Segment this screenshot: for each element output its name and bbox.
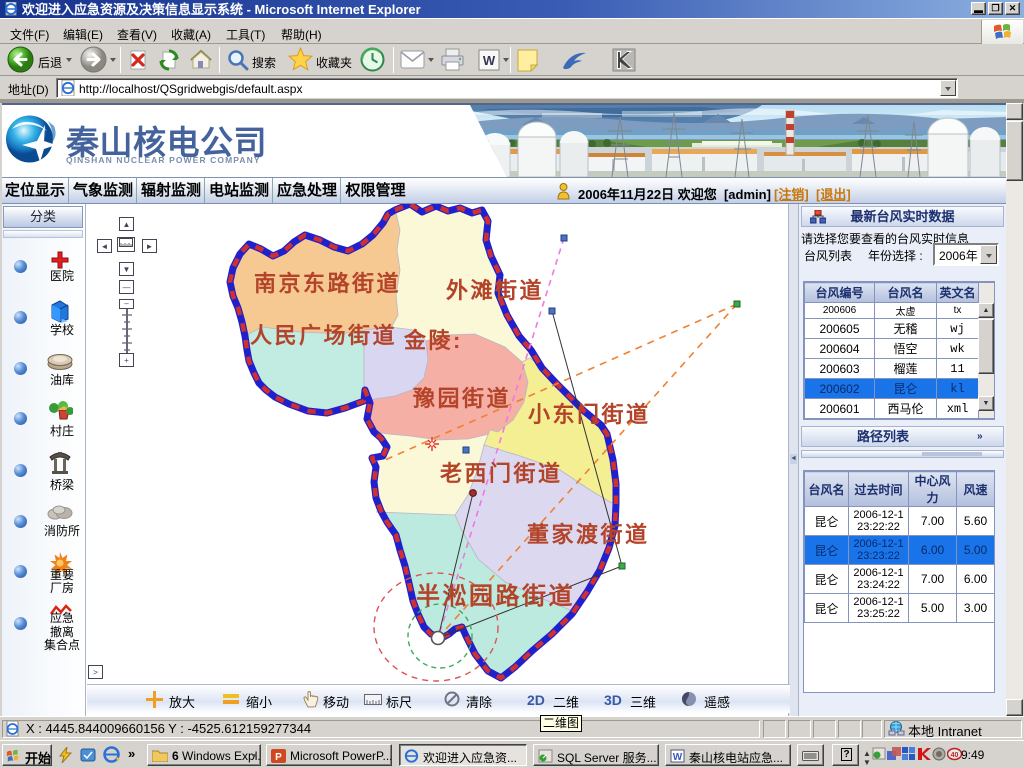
svg-text:QINSHAN NUCLEAR POWER COMPANY: QINSHAN NUCLEAR POWER COMPANY (66, 155, 261, 165)
svg-text:W: W (483, 53, 496, 68)
svg-text:豫园街道: 豫园街道 (413, 386, 511, 411)
svg-text:W: W (673, 752, 683, 763)
svg-text:外滩街道: 外滩街道 (446, 278, 544, 303)
svg-text:半淞园路街道: 半淞园路街道 (416, 582, 575, 610)
svg-text:小东门街道: 小东门街道 (528, 402, 651, 427)
svg-text:P: P (275, 752, 282, 763)
svg-text:金陵:: 金陵: (403, 328, 463, 353)
svg-text:老西门街道: 老西门街道 (439, 461, 563, 486)
svg-text:南京东路街道: 南京东路街道 (254, 271, 401, 296)
svg-text:董家渡街道: 董家渡街道 (527, 522, 650, 547)
svg-text:人民广场街道: 人民广场街道 (250, 323, 397, 348)
svg-text:40: 40 (951, 752, 959, 759)
